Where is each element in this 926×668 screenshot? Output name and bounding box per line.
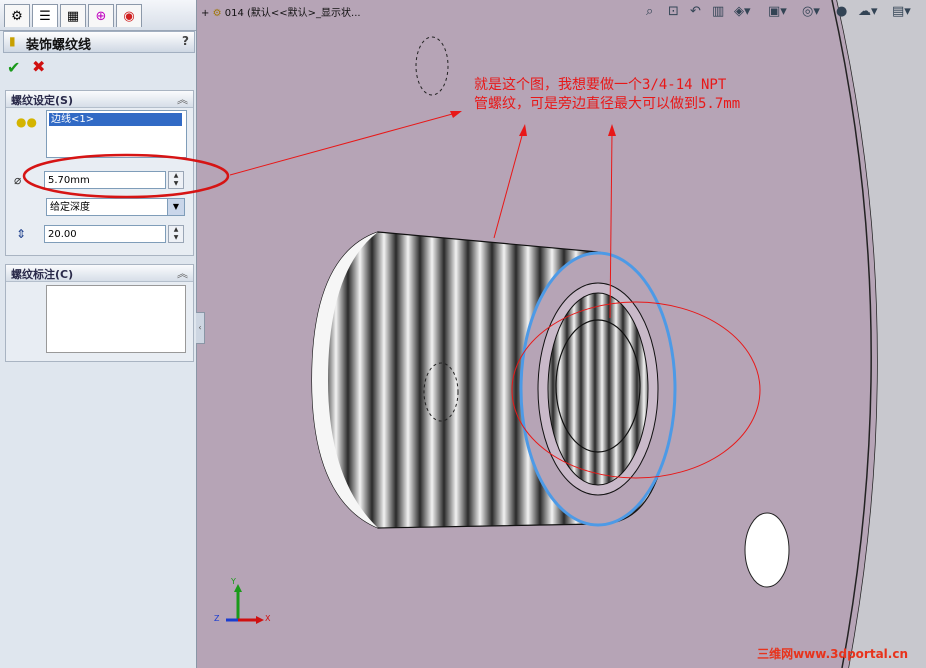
hide-show-items-icon[interactable]: ◎▾ xyxy=(802,4,820,19)
expand-icon[interactable]: + xyxy=(201,8,209,19)
annotation-field-circle xyxy=(22,153,230,199)
display-style-icon[interactable]: ▣▾ xyxy=(768,4,787,19)
triad-z-label: Z xyxy=(214,614,220,623)
part-name: 014 (默认<<默认>_显示状... xyxy=(224,8,361,19)
previous-view-icon[interactable]: ↶ xyxy=(690,4,701,19)
graphics-canvas xyxy=(22,0,926,668)
section-view-icon[interactable]: ▥ xyxy=(712,4,724,19)
zoom-area-icon[interactable]: ⊡ xyxy=(668,4,679,19)
annotation-line: 就是这个图，我想要做一个3/4-14 NPT xyxy=(474,77,727,93)
part-icon: ⚙ xyxy=(212,8,222,19)
edit-appearance-icon[interactable]: ● xyxy=(836,4,847,19)
view-orientation-icon[interactable]: ◈▾ xyxy=(734,4,751,19)
view-toolbar: ⌕ ⊡ ↶ ▥ ◈▾ ▣▾ ◎▾ ● ☁▾ ▤▾ xyxy=(640,4,922,24)
triad-x-label: X xyxy=(265,614,271,623)
apply-scene-icon[interactable]: ☁▾ xyxy=(858,4,878,19)
feature-tree-flyout[interactable]: + ⚙ 014 (默认<<默认>_显示状... xyxy=(201,4,361,19)
internal-thread xyxy=(547,292,649,486)
annotation-text: 就是这个图，我想要做一个3/4-14 NPT 管螺纹，可是旁边直径最大可以做到5… xyxy=(474,76,740,114)
annotation-line: 管螺纹，可是旁边直径最大可以做到5.7mm xyxy=(474,96,741,112)
zoom-to-fit-icon[interactable]: ⌕ xyxy=(646,4,653,19)
triad-y-label: Y xyxy=(231,577,236,586)
hidden-hole-top xyxy=(415,36,449,96)
view-settings-icon[interactable]: ▤▾ xyxy=(892,4,911,19)
through-hole xyxy=(744,512,790,588)
watermark: 三维网www.3dportal.cn xyxy=(757,647,908,661)
